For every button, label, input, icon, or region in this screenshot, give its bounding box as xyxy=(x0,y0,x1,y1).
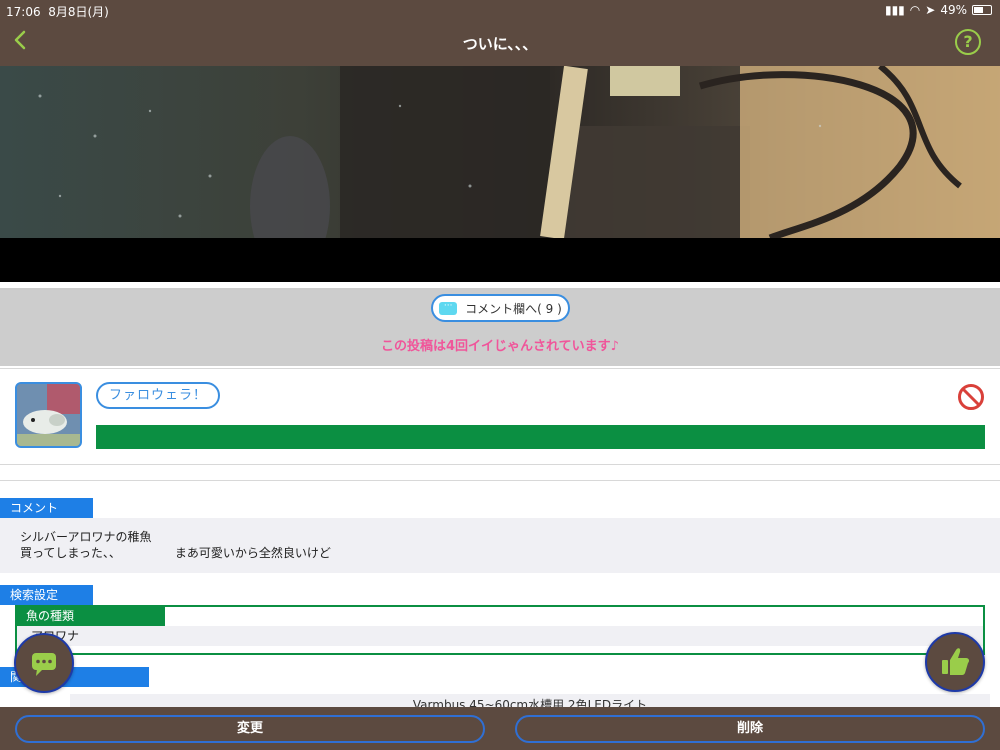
comment-bar: ··· コメント欄へ( 9 ) この投稿は4回イイじゃんされています♪ xyxy=(0,288,1000,366)
status-date: 8月8日(月) xyxy=(48,5,109,19)
aquarium-photo-image xyxy=(0,66,1000,238)
fish-type-value: アロワナ xyxy=(17,626,983,646)
comment-line-2: 買ってしまった、、 まあ可愛いから全然良いけど xyxy=(20,546,331,560)
comment-link-label: コメント欄へ( 9 ) xyxy=(465,301,562,316)
divider xyxy=(0,464,1000,465)
page-title: ついに、、、 xyxy=(462,35,538,53)
chat-bubble-icon xyxy=(32,653,56,676)
delete-button[interactable]: 削除 xyxy=(515,715,985,743)
block-user-button[interactable] xyxy=(957,383,985,411)
battery-icon xyxy=(972,5,992,15)
help-button[interactable]: ? xyxy=(955,29,981,55)
app-header: 17:06 8月8日(月) ▮▮▮ ◠ ➤ 49% ついに、、、 ? xyxy=(0,0,1000,66)
user-title-bar xyxy=(96,425,985,449)
divider xyxy=(0,368,1000,369)
chevron-left-icon xyxy=(14,30,26,50)
wifi-icon: ◠ xyxy=(909,3,921,17)
battery-percent: 49% xyxy=(940,3,967,17)
thumbs-up-icon xyxy=(942,648,970,675)
comment-section-label: コメント xyxy=(0,498,93,518)
user-name-button[interactable]: ファロウェラ！ xyxy=(96,382,221,409)
search-settings-box: 魚の種類 アロワナ xyxy=(15,605,985,655)
back-button[interactable] xyxy=(10,28,32,56)
post-photo[interactable] xyxy=(0,66,1000,238)
chat-icon: ··· xyxy=(439,301,458,315)
chat-fab-button[interactable] xyxy=(14,633,74,693)
status-bar-right: ▮▮▮ ◠ ➤ 49% xyxy=(885,3,992,17)
search-settings-label: 検索設定 xyxy=(0,585,93,605)
like-count-status: この投稿は4回イイじゃんされています♪ xyxy=(381,339,619,354)
change-button[interactable]: 変更 xyxy=(15,715,485,743)
status-bar-time: 17:06 8月8日(月) xyxy=(6,3,109,20)
fish-type-label: 魚の種類 xyxy=(17,607,165,626)
signal-icon: ▮▮▮ xyxy=(884,3,905,17)
status-time: 17:06 xyxy=(6,5,41,19)
comment-body: シルバーアロワナの稚魚 買ってしまった、、 まあ可愛いから全然良いけど xyxy=(0,518,1000,573)
block-icon xyxy=(958,384,984,410)
photo-letterbox xyxy=(0,238,1000,282)
footer-bar: 変更 削除 xyxy=(0,707,1000,750)
comment-line-1: シルバーアロワナの稚魚 xyxy=(20,530,152,544)
divider xyxy=(0,480,1000,481)
comment-section-link[interactable]: ··· コメント欄へ( 9 ) xyxy=(431,294,570,322)
avatar[interactable] xyxy=(15,382,82,448)
location-icon: ➤ xyxy=(925,3,936,17)
fish-avatar-image xyxy=(17,384,80,446)
like-fab-button[interactable] xyxy=(925,632,985,692)
